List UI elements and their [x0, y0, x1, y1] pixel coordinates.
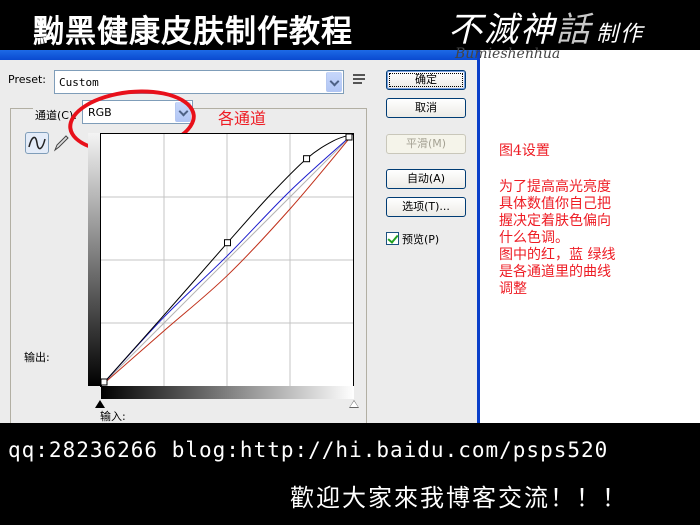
note-line: 调整 [499, 281, 527, 297]
note-title: 图4设置 [499, 143, 550, 159]
preset-label: Preset: [8, 73, 47, 86]
note-line: 为了提高高光亮度 [499, 179, 611, 195]
curve-graph[interactable] [100, 133, 354, 387]
curve-control-point[interactable] [101, 378, 108, 386]
input-label: 输入: [100, 410, 126, 423]
top-banner: 黝黑健康皮肤制作教程 不滅神話 制作 [0, 0, 700, 50]
preset-value: Custom [59, 76, 99, 89]
footer-welcome: 歡迎大家來我博客交流！！！ [290, 484, 628, 512]
note-line: 图中的红，蓝 绿线 [499, 247, 616, 263]
preset-options-icon[interactable] [353, 74, 367, 86]
note-line: 具体数值你自己把 [499, 196, 611, 212]
smooth-button[interactable]: 平滑(M) [386, 134, 466, 154]
dialog-border [477, 50, 480, 423]
output-label: 输出: [24, 351, 50, 364]
chevron-down-icon[interactable] [326, 72, 342, 92]
curve-control-point[interactable] [345, 134, 353, 141]
pencil-tool[interactable] [52, 133, 70, 153]
annotation-channels: 各通道 [218, 109, 267, 128]
tutorial-title: 黝黑健康皮肤制作教程 [33, 14, 353, 50]
brand-logo: 不滅神話 制作 [448, 2, 644, 51]
brand-signature: Bumieshenhua [455, 46, 561, 62]
preview-label: 预览(P) [402, 233, 440, 246]
curve-icon [28, 136, 46, 150]
note-line: 握决定着肤色偏向 [499, 213, 611, 229]
note-line: 什么色调。 [499, 230, 569, 246]
brand-grey: 話 [556, 10, 592, 50]
options-button[interactable]: 选项(T)... [386, 197, 466, 217]
curves-dialog: Preset: Custom 通道(C): RGB 各通道 输出: 输入: 确定… [0, 60, 477, 428]
white-point-slider[interactable] [349, 400, 359, 408]
auto-button[interactable]: 自动(A) [386, 169, 466, 189]
preview-checkbox[interactable] [386, 232, 399, 245]
curve-control-point[interactable] [223, 239, 231, 247]
footer: qq:28236266 blog:http://hi.baidu.com/psp… [0, 423, 700, 525]
black-point-slider[interactable] [95, 400, 105, 408]
ok-button[interactable]: 确定 [386, 70, 466, 90]
note-body: 为了提高高光亮度 具体数值你自己把 握决定着肤色偏向 什么色调。 图中的红，蓝 … [499, 179, 694, 298]
footer-contact: qq:28236266 blog:http://hi.baidu.com/psp… [8, 438, 609, 462]
curve-point-tool[interactable] [25, 132, 49, 154]
pencil-icon [53, 135, 69, 152]
dialog-titlebar[interactable] [0, 50, 480, 60]
curve-svg [101, 134, 353, 386]
note-line: 是各通道里的曲线 [499, 264, 611, 280]
cancel-button[interactable]: 取消 [386, 98, 466, 118]
brand-main: 不滅神 [448, 10, 556, 50]
preset-dropdown[interactable]: Custom [54, 70, 344, 94]
curve-control-point[interactable] [303, 155, 311, 163]
input-gradient-bar [101, 386, 354, 399]
brand-sub: 制作 [596, 22, 645, 47]
